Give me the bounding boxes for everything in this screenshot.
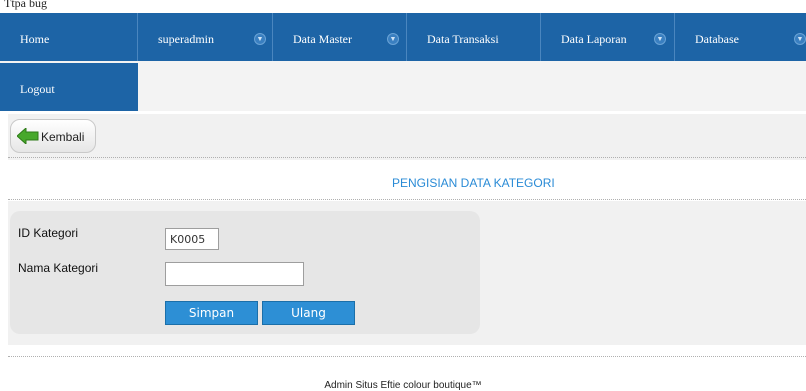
nav-item-label: Data Transaksi — [427, 32, 499, 46]
nav-item-label: Database — [695, 32, 739, 46]
chevron-down-icon: ▼ — [387, 33, 399, 45]
secondary-nav: Logout — [0, 63, 138, 111]
browser-topbar: Ttpa bug — [0, 0, 806, 13]
arrow-left-icon — [17, 128, 39, 144]
back-button-label: Kembali — [41, 130, 85, 144]
nama-kategori-label: Nama Kategori — [18, 261, 99, 275]
nav-item-label: Data Laporan — [561, 32, 627, 46]
main-nav: Home superadmin ▼ Data Master ▼ Data Tra… — [0, 13, 806, 61]
topbar-text: Ttpa bug — [4, 0, 47, 10]
divider — [8, 157, 806, 158]
id-kategori-label: ID Kategori — [18, 226, 79, 240]
divider — [8, 356, 806, 357]
back-button[interactable]: Kembali — [10, 119, 96, 153]
chevron-down-icon: ▼ — [654, 33, 666, 45]
id-kategori-field[interactable] — [165, 228, 219, 250]
nav-item-data-transaksi[interactable]: Data Transaksi — [407, 13, 541, 61]
nav-item-superadmin[interactable]: superadmin ▼ — [138, 13, 273, 61]
nama-kategori-field[interactable] — [165, 262, 304, 286]
nav-item-data-laporan[interactable]: Data Laporan ▼ — [541, 13, 675, 61]
nav-item-logout[interactable]: Logout — [0, 63, 138, 111]
page-title: PENGISIAN DATA KATEGORI — [392, 176, 555, 190]
nav-item-home[interactable]: Home — [0, 13, 138, 61]
footer-text: Admin Situs Eftie colour boutique™ — [324, 380, 482, 391]
nav-item-database[interactable]: Database ▼ — [675, 13, 806, 61]
nav-item-label: superadmin — [158, 32, 214, 46]
nav-item-label: Logout — [20, 82, 55, 96]
save-button[interactable]: Simpan — [165, 301, 258, 325]
chevron-down-icon: ▼ — [254, 33, 266, 45]
nav-item-label: Data Master — [293, 32, 352, 46]
nav-item-data-master[interactable]: Data Master ▼ — [273, 13, 407, 61]
reset-button[interactable]: Ulang — [262, 301, 355, 325]
chevron-down-icon: ▼ — [794, 33, 806, 45]
divider — [8, 199, 806, 200]
nav-item-label: Home — [20, 32, 50, 46]
